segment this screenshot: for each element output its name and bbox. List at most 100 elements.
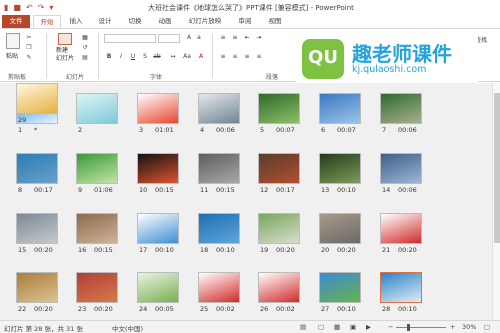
- slide-image[interactable]: [380, 213, 422, 244]
- redo-icon[interactable]: ↷: [38, 2, 45, 13]
- slide-image[interactable]: [319, 153, 361, 184]
- slide-image[interactable]: [258, 93, 300, 124]
- zoom-level[interactable]: 30%: [462, 323, 476, 331]
- layout-icon[interactable]: ▦: [80, 34, 90, 42]
- align-right-icon[interactable]: ≡: [242, 53, 252, 61]
- font-size-box[interactable]: [158, 34, 180, 43]
- tab-view[interactable]: 视图: [262, 15, 288, 28]
- new-slide-button[interactable]: 新建 幻灯片: [56, 47, 74, 63]
- slide-image[interactable]: [137, 153, 179, 184]
- tab-file[interactable]: 文件: [2, 15, 30, 28]
- slide-image[interactable]: [258, 213, 300, 244]
- slide-sorter: 1 * 2 3 01:01 4 00:06 5 00:07 6 00:07 7 00:06 8 00:17 9…: [0, 83, 500, 320]
- zoom-in-icon[interactable]: +: [450, 323, 455, 331]
- customize-qat-icon[interactable]: ▾: [49, 2, 53, 13]
- slide-sorter-icon[interactable]: ▦: [334, 323, 340, 331]
- slide-image[interactable]: [258, 272, 300, 303]
- align-center-icon[interactable]: ≡: [230, 53, 240, 61]
- reset-icon[interactable]: ↺: [80, 44, 90, 52]
- change-case-icon[interactable]: Aa: [182, 53, 192, 61]
- slide-image[interactable]: [319, 213, 361, 244]
- slide-image[interactable]: [198, 93, 240, 124]
- slide-image[interactable]: [137, 93, 179, 124]
- grow-font-icon[interactable]: A: [184, 34, 194, 42]
- tab-review[interactable]: 审阅: [232, 15, 258, 28]
- justify-icon[interactable]: ≡: [254, 53, 264, 61]
- copy-icon[interactable]: ❐: [24, 44, 34, 52]
- increase-indent-icon[interactable]: ⇥: [254, 34, 264, 42]
- save-icon[interactable]: ■: [13, 2, 21, 13]
- bold-icon[interactable]: B: [104, 53, 114, 61]
- vertical-scrollbar[interactable]: [492, 83, 500, 320]
- slide-timing: 00:10: [337, 186, 356, 194]
- decrease-indent-icon[interactable]: ⇤: [242, 34, 252, 42]
- paste-button[interactable]: 粘贴: [6, 51, 18, 60]
- slide-image[interactable]: [137, 213, 179, 244]
- slide-image[interactable]: [319, 272, 361, 303]
- italic-icon[interactable]: I: [116, 53, 126, 61]
- bullets-icon[interactable]: ≡: [218, 34, 228, 42]
- paste-icon[interactable]: [6, 33, 20, 49]
- tab-insert[interactable]: 插入: [63, 15, 89, 28]
- zoom-knob[interactable]: [407, 324, 410, 331]
- slide-image[interactable]: [137, 272, 179, 303]
- fit-window-icon[interactable]: ▢: [484, 323, 490, 331]
- section-icon[interactable]: ▤: [80, 54, 90, 62]
- slide-image[interactable]: [76, 213, 118, 244]
- slide-image[interactable]: [16, 153, 58, 184]
- slide-timing: 00:20: [337, 246, 356, 254]
- slideshow-icon[interactable]: ▶: [366, 323, 371, 331]
- slide-image[interactable]: [198, 213, 240, 244]
- shrink-font-icon[interactable]: a: [194, 34, 204, 42]
- format-painter-icon[interactable]: ✎: [24, 54, 34, 62]
- cut-icon[interactable]: ✂: [24, 34, 34, 42]
- slide-number: 3: [139, 126, 144, 134]
- slide-timing: 00:15: [216, 186, 235, 194]
- slide-image[interactable]: [380, 272, 422, 303]
- undo-icon[interactable]: ↶: [26, 2, 33, 13]
- shadow-icon[interactable]: S: [140, 53, 150, 61]
- slide-image[interactable]: [380, 153, 422, 184]
- slide-image[interactable]: [76, 153, 118, 184]
- align-left-icon[interactable]: ≡: [218, 53, 228, 61]
- slide-image[interactable]: [16, 83, 58, 114]
- new-slide-icon[interactable]: [58, 33, 72, 45]
- slide-image[interactable]: [76, 272, 118, 303]
- slide-image[interactable]: [76, 93, 118, 124]
- font-color-icon[interactable]: A: [196, 53, 206, 61]
- slide-number: 20: [321, 246, 330, 254]
- slide-number: 26: [260, 305, 269, 313]
- slide-image[interactable]: [198, 272, 240, 303]
- slide-timing: 00:17: [34, 186, 53, 194]
- strikethrough-icon[interactable]: ab: [152, 53, 162, 61]
- slide-image[interactable]: [380, 93, 422, 124]
- slide-timing: 00:10: [337, 305, 356, 313]
- slide-timing: 00:06: [398, 186, 417, 194]
- zoom-slider[interactable]: [396, 327, 446, 328]
- tab-design[interactable]: 设计: [92, 15, 118, 28]
- reading-view-icon[interactable]: ▣: [350, 323, 356, 331]
- slide-timing: 00:02: [216, 305, 235, 313]
- watermark-url: kj.qulaoshi.com: [352, 64, 427, 75]
- language-indicator[interactable]: 中文(中国): [112, 323, 143, 333]
- slide-image[interactable]: [258, 153, 300, 184]
- scroll-thumb[interactable]: [494, 93, 500, 243]
- font-name-box[interactable]: [104, 34, 156, 43]
- tab-transitions[interactable]: 切换: [122, 15, 148, 28]
- numbering-icon[interactable]: ≡: [230, 34, 240, 42]
- tab-slideshow[interactable]: 幻灯片放映: [182, 15, 228, 28]
- slide-image[interactable]: [16, 213, 58, 244]
- zoom-out-icon[interactable]: −: [388, 323, 393, 331]
- notes-icon[interactable]: ▤: [300, 323, 306, 331]
- tab-home[interactable]: 开始: [33, 15, 61, 28]
- underline-icon[interactable]: U: [128, 53, 138, 61]
- slide-timing: 00:20: [34, 305, 53, 313]
- slide-count: 幻灯片 第 28 张，共 31 张: [4, 325, 83, 333]
- tab-animations[interactable]: 动画: [152, 15, 178, 28]
- slide-image[interactable]: [319, 93, 361, 124]
- spacing-icon[interactable]: ↔: [168, 53, 178, 61]
- slide-timing: 00:02: [276, 305, 295, 313]
- slide-image[interactable]: [198, 153, 240, 184]
- normal-view-icon[interactable]: ▢: [318, 323, 324, 331]
- slide-image[interactable]: [16, 272, 58, 303]
